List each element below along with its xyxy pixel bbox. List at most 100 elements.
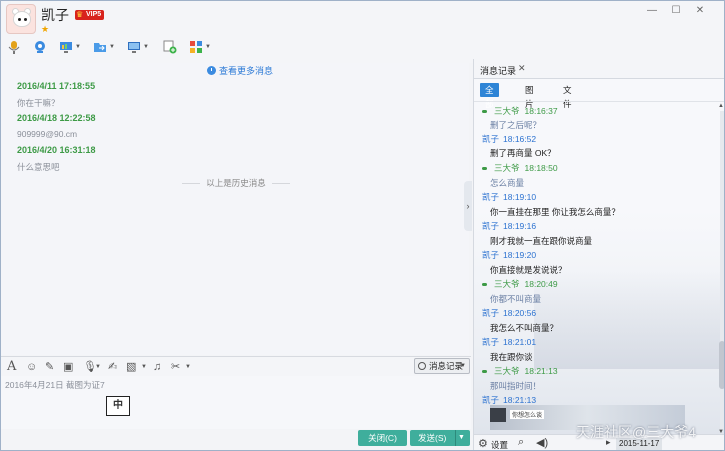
avatar-eye-left <box>18 18 21 21</box>
font-icon[interactable]: A <box>7 360 16 374</box>
apps-button[interactable]: ▼ <box>189 38 211 56</box>
watermark: 天涯社区@三大爷4 <box>576 424 696 440</box>
filter-files[interactable]: 文件 <box>558 83 577 109</box>
record-time: 18:20:56 <box>503 308 537 318</box>
emoji-icon[interactable]: ☺ <box>26 360 37 374</box>
chevron-down-icon[interactable]: ▼ <box>141 360 147 374</box>
close-button[interactable]: 关闭(C) <box>358 430 407 446</box>
scissors-icon[interactable]: ✂ <box>171 360 180 374</box>
record-text: 怎么商量 <box>490 178 525 188</box>
record-list[interactable]: 三大爷 18:16:37 删了之后呢？ 凯子 18:16:52 删了再商量 OK？ … <box>474 105 717 405</box>
speaker-icon[interactable]: ◀) <box>536 436 548 449</box>
record-text: 删了再商量 OK？ <box>490 148 556 158</box>
chevron-down-icon[interactable]: ▼ <box>205 44 211 50</box>
history-divider: 以上是历史消息 <box>176 177 296 189</box>
window-header: 凯子 ♛ VIP5 ★ — ☐ ✕ ▼ ▼ ▼ ▼ <box>1 1 724 63</box>
record-sender: 凯子 <box>482 395 500 405</box>
file-transfer-button[interactable]: ▼ <box>93 38 115 56</box>
settings-label[interactable]: 设置 <box>491 439 508 450</box>
more-messages-link[interactable]: 查看更多消息 <box>207 64 273 77</box>
contact-dot-icon <box>482 369 487 373</box>
scroll-thumb[interactable] <box>719 341 724 389</box>
chevron-down-icon[interactable]: ▼ <box>185 360 191 374</box>
close-icon[interactable]: ✕ <box>693 4 707 18</box>
message-history-button[interactable]: 消息记录 ▼ <box>414 358 470 374</box>
record-time: 18:19:20 <box>503 250 537 260</box>
record-text: 我在跟你谈 <box>490 352 533 362</box>
history-divider-label: 以上是历史消息 <box>206 178 266 188</box>
chevron-down-icon[interactable]: ▼ <box>109 44 115 50</box>
record-text: 你一直挂在那里 你让我怎么商量？ <box>490 207 620 217</box>
tab-message-record[interactable]: 消息记录 <box>480 64 516 77</box>
minimize-icon[interactable]: — <box>645 4 659 18</box>
create-group-button[interactable] <box>163 38 177 56</box>
music-icon[interactable]: ♫ <box>153 360 161 374</box>
record-text: 你都不叫商量 <box>490 294 542 304</box>
chevron-down-icon: ▼ <box>460 363 466 369</box>
microphone-icon <box>8 41 20 54</box>
chevron-down-icon[interactable]: ▼ <box>95 360 101 374</box>
gear-icon[interactable]: ⚙ <box>478 437 488 450</box>
record-header: 三大爷 18:20:49 <box>482 278 558 290</box>
avatar[interactable] <box>6 4 36 34</box>
star-icon[interactable]: ★ <box>41 24 49 35</box>
search-icon[interactable]: ⌕ <box>518 436 524 449</box>
video-call-icon <box>35 41 45 53</box>
message-record-panel: 消息记录 ✕ 全部 图片 文件 三大爷 18:16:37 删了之后呢？ 凯子 18:… <box>473 59 724 450</box>
remote-desktop-button[interactable]: ▼ <box>127 38 149 56</box>
record-sender: 凯子 <box>482 250 500 260</box>
contact-name[interactable]: 凯子 <box>41 5 69 25</box>
filter-all[interactable]: 全部 <box>480 83 499 109</box>
message-text[interactable]: 909999@90.cm <box>17 129 77 139</box>
record-time: 18:19:16 <box>503 221 537 231</box>
message-time: 2016/4/18 12:22:58 <box>17 113 96 123</box>
record-text: 我怎么不叫商量？ <box>490 323 559 333</box>
edit-icon[interactable]: ✍ <box>108 360 117 374</box>
record-time: 18:21:13 <box>503 395 537 405</box>
send-button[interactable]: 发送(S) ▼ <box>410 430 470 446</box>
scroll-up-icon[interactable]: ▲ <box>718 103 724 109</box>
chat-window: 凯子 ♛ VIP5 ★ — ☐ ✕ ▼ ▼ ▼ ▼ 查看更多消息 2016/4/… <box>0 0 725 451</box>
voice-call-button[interactable] <box>7 38 21 56</box>
ime-indicator: 中 <box>106 396 130 416</box>
record-sender: 凯子 <box>482 308 500 318</box>
chevron-down-icon[interactable]: ▼ <box>458 430 465 446</box>
thumbnail-caption: 你想怎么谈 <box>510 410 545 419</box>
video-call-button[interactable] <box>33 38 47 56</box>
record-header: 凯子 18:19:10 <box>482 191 536 203</box>
contact-dot-icon <box>482 109 487 113</box>
video-clip-icon[interactable]: ▣ <box>63 360 73 374</box>
chevron-down-icon[interactable]: ▼ <box>143 44 149 50</box>
vip-badge[interactable]: ♛ VIP5 <box>75 10 105 20</box>
record-sender: 凯子 <box>482 221 500 231</box>
more-messages-label: 查看更多消息 <box>219 66 274 76</box>
record-header: 三大爷 18:16:37 <box>482 105 558 117</box>
record-header: 凯子 18:21:01 <box>482 336 536 348</box>
record-text: 删了之后呢？ <box>490 120 542 130</box>
filter-images[interactable]: 图片 <box>520 83 539 109</box>
image-icon[interactable]: ▧ <box>126 360 136 374</box>
chevron-down-icon[interactable]: ▼ <box>75 44 81 50</box>
thumbnail-image <box>490 408 506 422</box>
record-sender: 三大爷 <box>494 163 520 173</box>
screen-share-button[interactable]: ▼ <box>59 38 81 56</box>
close-icon[interactable]: ✕ <box>518 63 526 74</box>
send-divider <box>455 430 456 446</box>
avatar-face <box>13 11 31 27</box>
record-text: 那叫指时间！ <box>490 381 542 391</box>
record-time: 18:16:52 <box>503 134 537 144</box>
message-time: 2016/4/11 17:18:55 <box>17 81 96 91</box>
record-time: 18:21:13 <box>524 366 558 376</box>
input-toolbar: A ☺ ✎ ▣ 🎙 ▼ ✍ ▧ ▼ ♫ ✂ ▼ <box>1 356 471 376</box>
magic-wand-icon[interactable]: ✎ <box>45 360 54 374</box>
maximize-icon[interactable]: ☐ <box>669 4 683 18</box>
record-scrollbar[interactable]: ▲ ▼ <box>718 103 724 435</box>
vip-label: VIP5 <box>86 11 102 18</box>
draft-text[interactable]: 2016年4月21日 截图为证7 <box>5 379 105 391</box>
collapse-panel-toggle[interactable]: › <box>464 181 472 231</box>
avatar-eye-right <box>24 18 27 21</box>
clock-icon <box>418 362 426 370</box>
message-input[interactable]: 2016年4月21日 截图为证7 <box>1 376 471 429</box>
record-sender: 凯子 <box>482 337 500 347</box>
chat-message-area[interactable]: 查看更多消息 2016/4/11 17:18:55 你在干嘛？ 2016/4/1… <box>1 63 469 355</box>
